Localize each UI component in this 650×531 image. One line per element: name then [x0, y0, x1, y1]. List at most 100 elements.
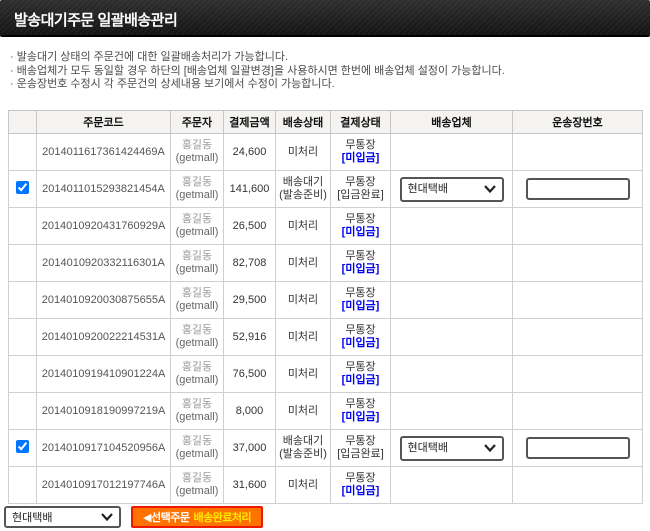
order-code: 2014010918190997219A: [42, 405, 166, 417]
shipping-status-line1: 미처리: [278, 479, 328, 492]
orderer-name: 홍길동: [173, 139, 221, 152]
payment-amount: 52,916: [233, 331, 267, 343]
checkbox-cell: [9, 430, 37, 467]
checkbox-cell: [9, 245, 37, 282]
orderer-id: (getmall): [173, 411, 221, 424]
payment-status-cell: 무통장 [미입금]: [331, 282, 391, 319]
checkbox-cell: [9, 134, 37, 171]
carrier-cell: [391, 208, 513, 245]
payment-status: [미입금]: [333, 374, 388, 387]
orders-table-body: 2014011617361424469A 홍길동 (getmall) 24,60…: [9, 134, 643, 504]
checkbox-cell: [9, 171, 37, 208]
table-row: 2014010918190997219A 홍길동 (getmall) 8,000…: [9, 393, 643, 430]
column-header: 배송상태: [276, 111, 331, 134]
invoice-cell: [513, 319, 643, 356]
order-code: 2014010920030875655A: [42, 294, 166, 306]
payment-status: [미입금]: [333, 337, 388, 350]
invoice-cell: [513, 245, 643, 282]
carrier-select-value: 현대택배: [408, 442, 448, 455]
payment-method: 무통장: [333, 398, 388, 411]
carrier-select-value: 현대택배: [408, 183, 448, 196]
orderer-id: (getmall): [173, 485, 221, 498]
shipping-status-cell: 미처리: [276, 245, 331, 282]
bulk-carrier-select[interactable]: 현대택배: [4, 506, 121, 528]
orderer-id: (getmall): [173, 448, 221, 461]
payment-amount-cell: 8,000: [224, 393, 276, 430]
payment-method: 무통장: [333, 250, 388, 263]
orderer-cell: 홍길동 (getmall): [171, 282, 224, 319]
order-code-cell: 2014010918190997219A: [37, 393, 171, 430]
carrier-cell: 현대택배: [391, 430, 513, 467]
shipping-status-cell: 미처리: [276, 134, 331, 171]
left-arrow-icon: ◀: [143, 511, 151, 524]
table-header-row: 주문코드주문자결제금액배송상태결제상태배송업체운송장번호: [9, 111, 643, 134]
order-code: 2014011015293821454A: [42, 183, 165, 195]
checkbox-cell: [9, 467, 37, 504]
table-row: 2014010920022214531A 홍길동 (getmall) 52,91…: [9, 319, 643, 356]
chevron-down-icon: [484, 444, 496, 452]
payment-amount-cell: 52,916: [224, 319, 276, 356]
order-code-cell: 2014010920030875655A: [37, 282, 171, 319]
footer-bar: 현대택배 ◀ 선택주문 배송완료처리: [4, 506, 263, 528]
payment-status-cell: 무통장 [입금완료]: [331, 430, 391, 467]
column-header: 운송장번호: [513, 111, 643, 134]
order-code-cell: 2014010919410901224A: [37, 356, 171, 393]
payment-status: [미입금]: [333, 226, 388, 239]
payment-method: 무통장: [333, 213, 388, 226]
payment-status-cell: 무통장 [미입금]: [331, 245, 391, 282]
payment-status-cell: 무통장 [미입금]: [331, 134, 391, 171]
row-select-checkbox[interactable]: [16, 440, 29, 453]
payment-amount: 26,500: [233, 220, 267, 232]
checkbox-cell: [9, 356, 37, 393]
invoice-number-input[interactable]: [526, 178, 630, 200]
payment-status: [입금완료]: [333, 448, 388, 461]
table-row: 2014010919410901224A 홍길동 (getmall) 76,50…: [9, 356, 643, 393]
payment-amount-cell: 76,500: [224, 356, 276, 393]
orderer-name: 홍길동: [173, 361, 221, 374]
row-select-checkbox[interactable]: [16, 181, 29, 194]
shipping-status-line1: 미처리: [278, 405, 328, 418]
checkbox-cell: [9, 282, 37, 319]
payment-amount: 82,708: [233, 257, 267, 269]
checkbox-cell: [9, 208, 37, 245]
shipping-status-cell: 미처리: [276, 282, 331, 319]
payment-amount-cell: 26,500: [224, 208, 276, 245]
bulk-carrier-select-value: 현대택배: [12, 509, 52, 525]
invoice-number-input[interactable]: [526, 437, 630, 459]
payment-status-cell: 무통장 [미입금]: [331, 319, 391, 356]
orderer-name: 홍길동: [173, 472, 221, 485]
checkbox-cell: [9, 393, 37, 430]
shipping-status-line2: (발송준비): [278, 189, 328, 202]
payment-amount: 29,500: [233, 294, 267, 306]
orderer-cell: 홍길동 (getmall): [171, 393, 224, 430]
ship-complete-button[interactable]: ◀ 선택주문 배송완료처리: [131, 506, 263, 528]
invoice-cell: [513, 282, 643, 319]
order-code: 2014010920022214531A: [42, 331, 166, 343]
order-code-cell: 2014010917012197746A: [37, 467, 171, 504]
payment-amount-cell: 141,600: [224, 171, 276, 208]
page-title: 발송대기주문 일괄배송관리: [0, 0, 650, 30]
carrier-select[interactable]: 현대택배: [400, 177, 504, 202]
orderer-name: 홍길동: [173, 287, 221, 300]
payment-status: [미입금]: [333, 263, 388, 276]
shipping-status-line1: 배송대기: [278, 435, 328, 448]
orderer-name: 홍길동: [173, 250, 221, 263]
orderer-id: (getmall): [173, 152, 221, 165]
carrier-select[interactable]: 현대택배: [400, 436, 504, 461]
orderer-cell: 홍길동 (getmall): [171, 171, 224, 208]
payment-status: [미입금]: [333, 152, 388, 165]
orderer-name: 홍길동: [173, 435, 221, 448]
carrier-cell: 현대택배: [391, 171, 513, 208]
invoice-cell: [513, 171, 643, 208]
orderer-cell: 홍길동 (getmall): [171, 430, 224, 467]
invoice-cell: [513, 467, 643, 504]
note-line: · 배송업체가 모두 동일할 경우 하단의 [배송업체 일괄변경]을 사용하시면…: [10, 65, 505, 79]
payment-status: [미입금]: [333, 411, 388, 424]
orderer-id: (getmall): [173, 263, 221, 276]
table-row: 2014010920030875655A 홍길동 (getmall) 29,50…: [9, 282, 643, 319]
payment-method: 무통장: [333, 176, 388, 189]
orderer-id: (getmall): [173, 300, 221, 313]
carrier-cell: [391, 356, 513, 393]
carrier-cell: [391, 282, 513, 319]
payment-amount: 8,000: [236, 405, 264, 417]
